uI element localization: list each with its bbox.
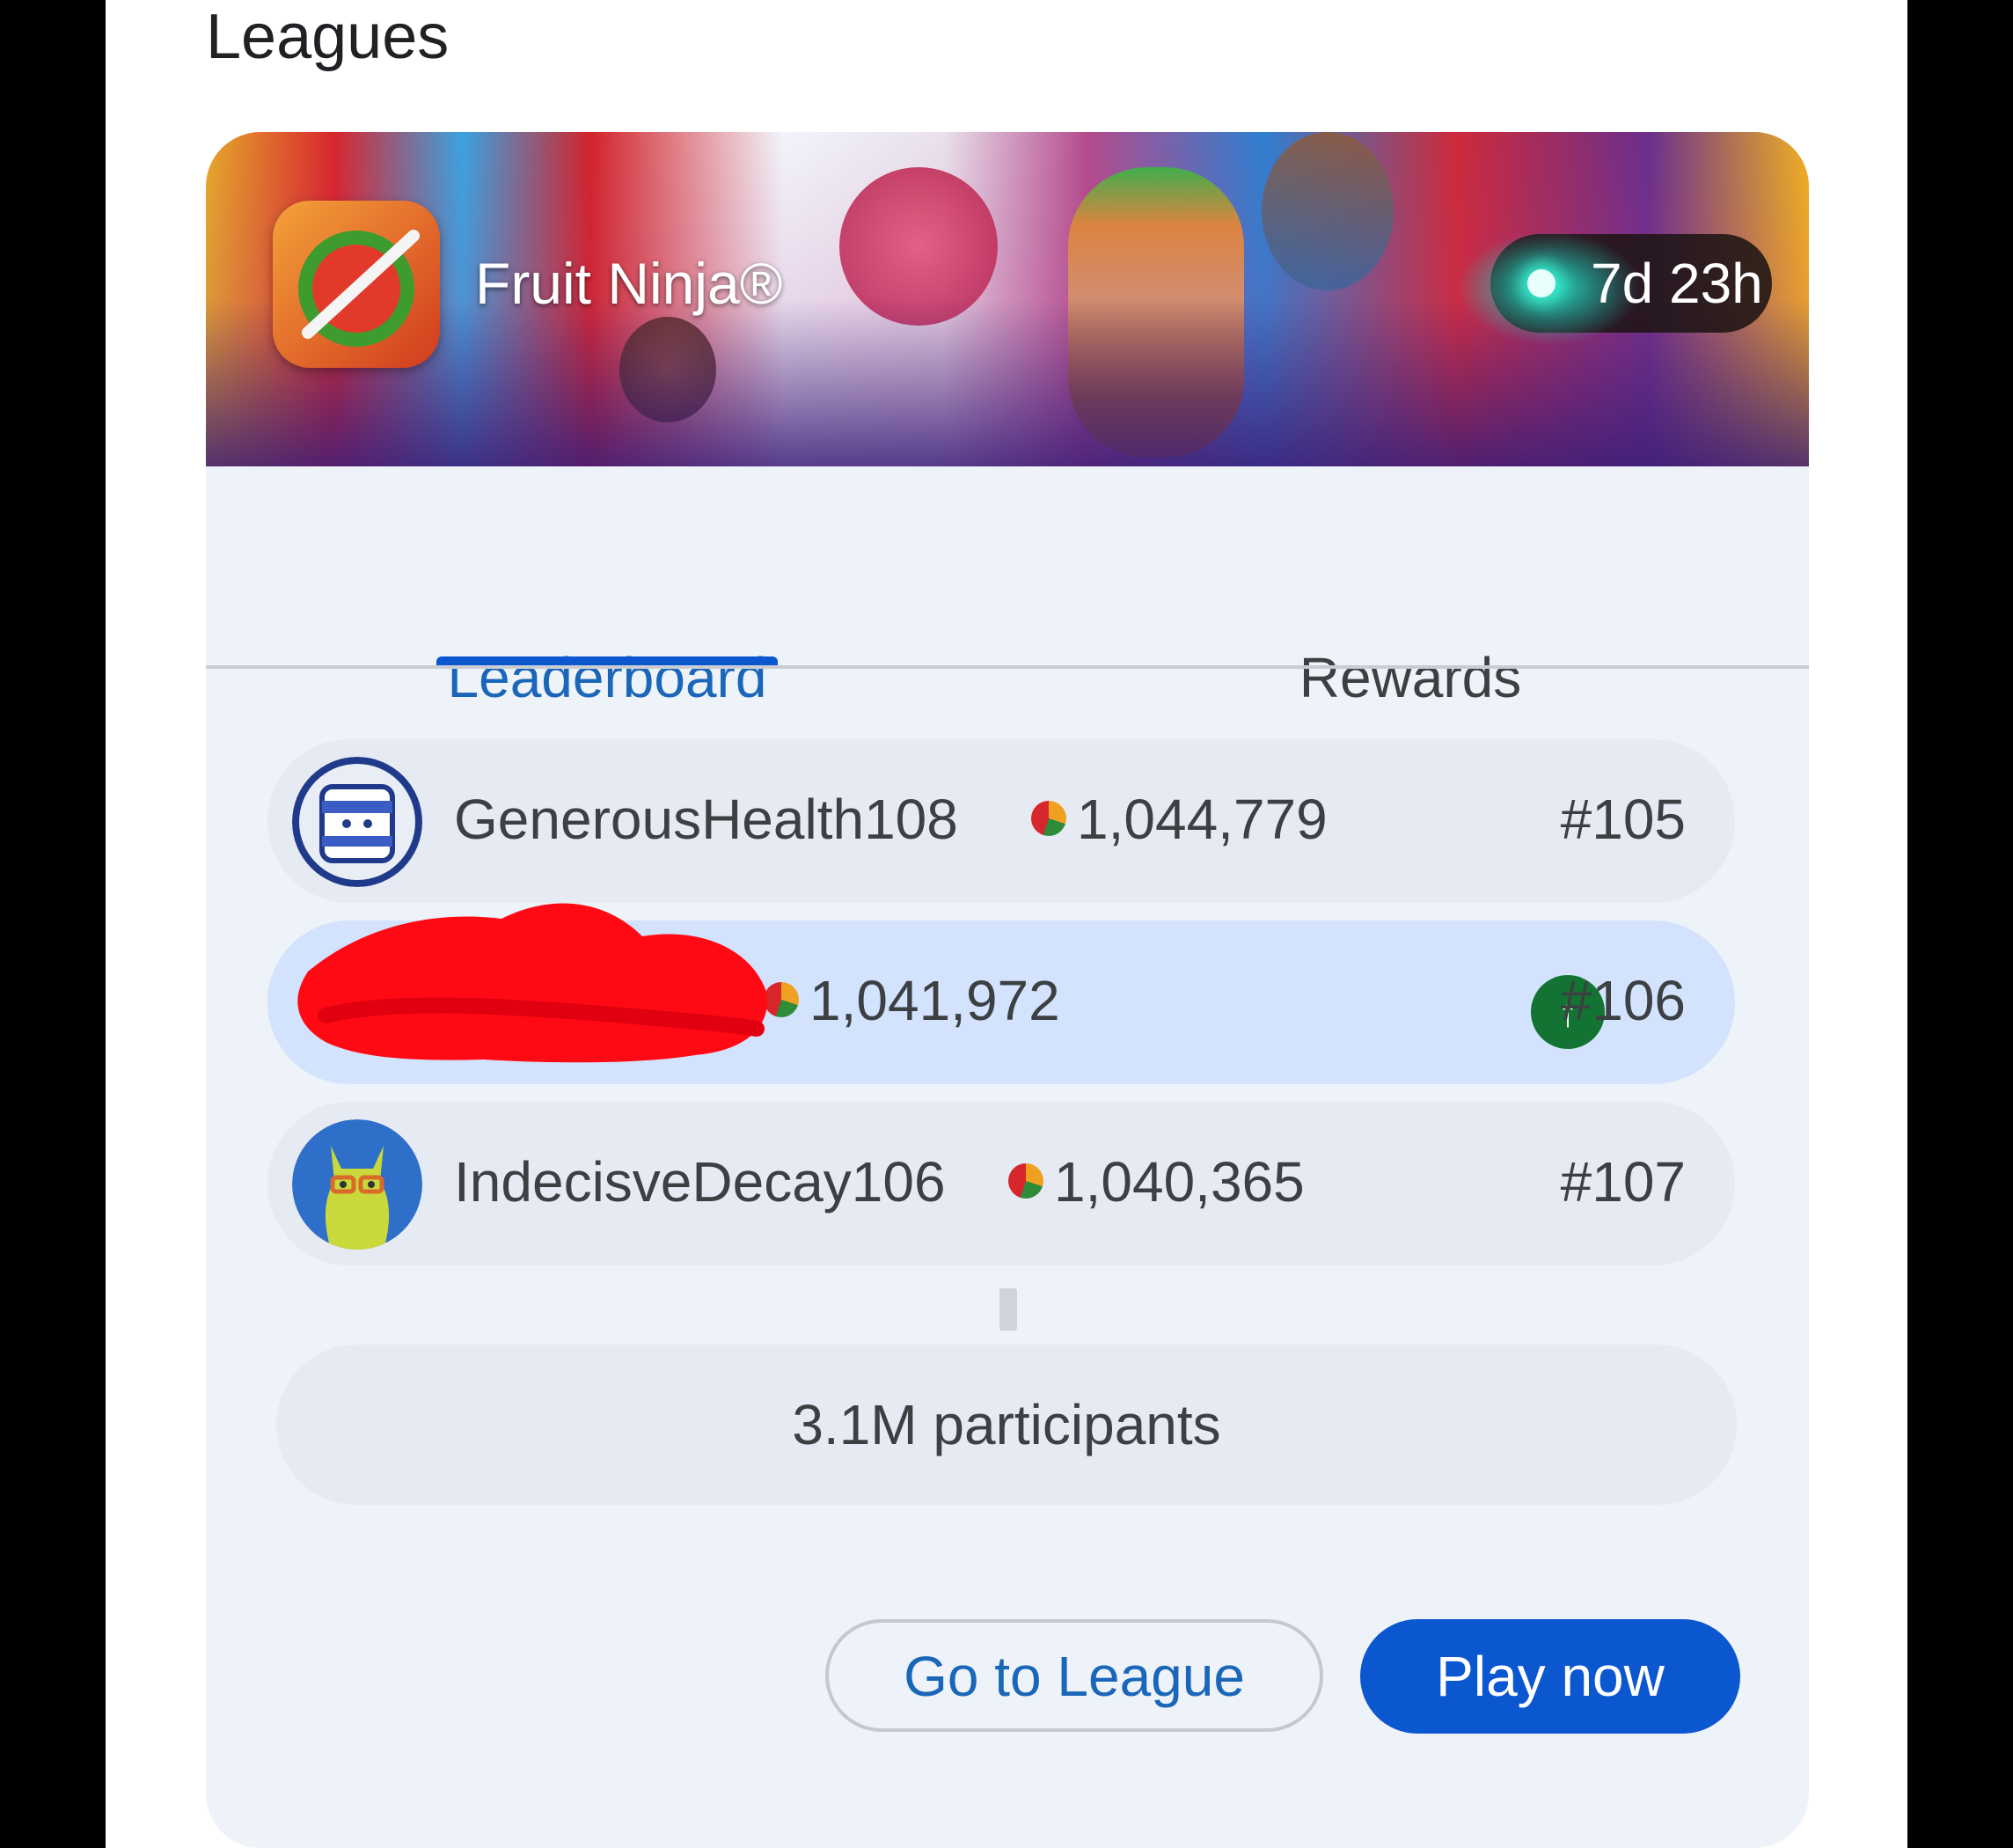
score-fruit-icon [1008, 1163, 1043, 1199]
tab-leaderboard[interactable]: Leaderboard [448, 642, 767, 713]
play-now-button[interactable]: Play now [1360, 1619, 1740, 1734]
player-score: 1,044,779 [1077, 788, 1328, 851]
participants-count: 3.1M participants [276, 1345, 1737, 1505]
player-score: 1,041,972 [809, 969, 1060, 1032]
player-rank: #106 [1560, 969, 1686, 1032]
leaderboard-row[interactable]: IndecisveDecay106 1,040,365 #107 [267, 1102, 1735, 1265]
player-name: GenerousHealth108 [454, 788, 958, 851]
participants-text: 3.1M participants [792, 1393, 1221, 1456]
player-name: IndecisveDecay106 [454, 1150, 946, 1214]
tab-divider [206, 665, 1809, 669]
redaction-scribble [297, 903, 767, 1063]
score-fruit-icon [1031, 801, 1066, 836]
live-indicator-icon [1527, 269, 1556, 297]
avatar [292, 757, 422, 887]
game-title: Fruit Ninja® [475, 251, 783, 316]
fruit-ninja-app-icon [273, 201, 440, 368]
go-to-league-button[interactable]: Go to League [825, 1619, 1323, 1732]
page-title: Leagues [206, 2, 450, 72]
tab-rewards[interactable]: Rewards [1299, 642, 1522, 713]
list-gap-indicator [999, 1288, 1017, 1331]
player-rank: #105 [1560, 788, 1686, 851]
time-remaining: 7d 23h [1591, 252, 1763, 315]
player-score: 1,040,365 [1054, 1150, 1305, 1214]
leagues-panel: Leagues Fruit Ninja® 7d 23h Leaderboard … [106, 0, 1907, 1848]
game-banner[interactable]: Fruit Ninja® 7d 23h [206, 132, 1809, 466]
player-rank: #107 [1560, 1150, 1686, 1214]
avatar [292, 1119, 422, 1250]
league-card: Fruit Ninja® 7d 23h Leaderboard Rewards [206, 132, 1809, 1848]
